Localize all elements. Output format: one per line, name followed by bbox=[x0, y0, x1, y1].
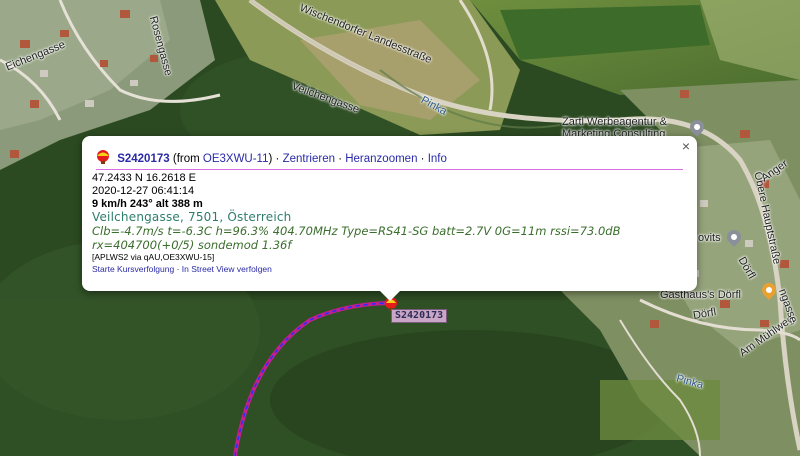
zoom-in-link[interactable]: Heranzoomen bbox=[345, 153, 417, 165]
separator: · bbox=[417, 153, 428, 165]
info-popup: × S2420173 (from OE3XWU-11) · Zentrieren… bbox=[82, 136, 697, 301]
timestamp: 2020-12-27 06:41:14 bbox=[92, 185, 195, 197]
start-tracking-link[interactable]: Starte Kursverfolgung bbox=[92, 264, 174, 274]
poi-label-ovits: ovits bbox=[698, 232, 721, 244]
close-icon[interactable]: × bbox=[682, 138, 690, 154]
popup-header: S2420173 (from OE3XWU-11) · Zentrieren ·… bbox=[96, 150, 683, 170]
station-id-link[interactable]: S2420173 bbox=[117, 153, 169, 165]
balloon-marker-label[interactable]: S2420173 bbox=[391, 309, 448, 323]
from-call-link[interactable]: OE3XWU-11 bbox=[203, 153, 269, 165]
tracking-links: Starte Kursverfolgung · In Street View v… bbox=[92, 263, 687, 276]
address: Veilchengasse, 7501, Österreich bbox=[92, 210, 292, 224]
separator: · bbox=[335, 153, 346, 165]
center-link[interactable]: Zentrieren bbox=[283, 153, 335, 165]
telemetry-line-2: rx=404700(+0/5) sondemod 1.36f bbox=[92, 238, 292, 252]
separator: · bbox=[272, 153, 283, 165]
popup-body: 47.2433 N 16.2618 E 2020-12-27 06:41:14 … bbox=[92, 172, 687, 276]
separator: · bbox=[174, 264, 182, 274]
balloon-icon bbox=[97, 150, 109, 164]
coordinates: 47.2433 N 16.2618 E bbox=[92, 172, 196, 184]
telemetry-line-1: Clb=-4.7m/s t=-6.3C h=96.3% 404.70MHz Ty… bbox=[92, 224, 621, 238]
street-view-link[interactable]: In Street View verfolgen bbox=[182, 264, 272, 274]
digipeater-path: [APLWS2 via qAU,OE3XWU-15] bbox=[92, 252, 215, 262]
info-link[interactable]: Info bbox=[428, 153, 447, 165]
from-prefix: (from bbox=[172, 153, 203, 165]
